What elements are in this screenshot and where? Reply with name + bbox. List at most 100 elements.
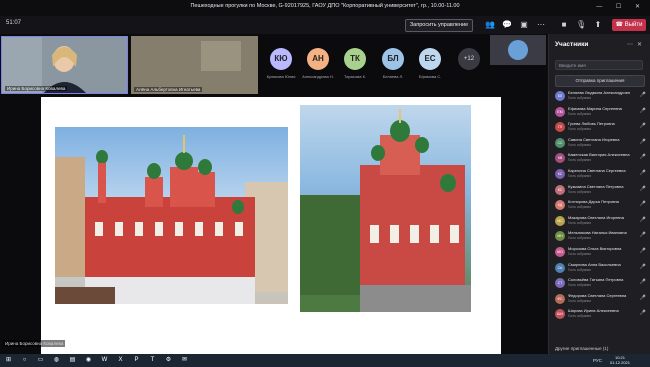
leave-button[interactable]: ☎ Выйти: [612, 19, 646, 31]
participant-row[interactable]: ШИ Шарова Ирина Алексеевна Гость собрания 🎤: [549, 306, 650, 322]
mic-off-icon: 🎤: [639, 232, 646, 239]
participant-avatar-name: Александрова Н.: [302, 74, 334, 79]
other-invited-toggle[interactable]: Другие приглашенные (1): [555, 346, 608, 351]
participant-row[interactable]: ФС Федорова Светлана Сергеевна Гость собра…: [549, 291, 650, 307]
camera-icon[interactable]: ■: [559, 20, 569, 30]
participant-name: Ефимова Марина Сергеевна: [568, 105, 622, 111]
send-invite-button[interactable]: Отправка приглашения: [555, 75, 645, 87]
participant-role: Гость собрания: [568, 158, 591, 163]
participant-avatar: КС: [555, 184, 565, 195]
more-participants-button[interactable]: +12: [458, 48, 480, 70]
participant-row[interactable]: КД Котлярова Дарья Петровна Гость собрания…: [549, 197, 650, 213]
mic-off-icon: 🎤: [639, 107, 646, 114]
microphone-icon[interactable]: 🎙: [576, 20, 586, 30]
tile-caption: Ирина Борисовна Ковалева: [5, 86, 68, 91]
window-controls[interactable]: — ☐ ✕: [596, 3, 646, 10]
participant-avatar[interactable]: КЮ: [270, 48, 292, 70]
mic-off-icon: 🎤: [639, 263, 646, 270]
taskbar-clock[interactable]: 10:21 01.12.2021: [610, 355, 630, 365]
close-icon[interactable]: ✕: [637, 42, 646, 48]
participant-row[interactable]: ЕМ Ефимова Марина Сергеевна Гость собрания…: [549, 104, 650, 120]
participant-role: Гость собрания: [568, 189, 591, 194]
participant-avatar-name: Куликова Юлия: [266, 74, 296, 79]
share-screen-icon[interactable]: ⬆: [593, 20, 603, 30]
participant-avatar: БЛ: [555, 91, 565, 101]
participant-search-input[interactable]: Введите имя: [555, 60, 643, 70]
participant-row[interactable]: КВ Каменская Виктория Алексеевна Гость соб…: [549, 150, 650, 166]
window-title: Пешеходные прогулки по Москве, G-9201792…: [190, 3, 460, 9]
file-explorer-icon[interactable]: ▤: [68, 356, 77, 365]
mic-off-icon: 🎤: [639, 123, 646, 130]
participant-role: Гость собрания: [568, 111, 591, 116]
participant-row[interactable]: СА Смирнова Анна Васильевна Гость собрания…: [549, 260, 650, 276]
participant-name: Котлярова Дарья Петровна: [568, 199, 619, 205]
powerpoint-icon[interactable]: P: [132, 356, 141, 365]
teams-icon[interactable]: T: [148, 356, 157, 365]
church-illustration-left: [55, 135, 288, 304]
panel-title: Участники: [555, 41, 589, 48]
mic-off-icon: 🎤: [639, 92, 646, 98]
video-tile-participant[interactable]: Алёна Альбертовна Игнатьева: [131, 36, 258, 94]
participant-avatar[interactable]: БЛ: [382, 48, 404, 70]
participant-role: Гость собрания: [568, 298, 591, 303]
settings-icon[interactable]: ⚙: [164, 356, 173, 365]
excel-icon[interactable]: X: [116, 356, 125, 365]
participant-avatar: МС: [555, 215, 565, 226]
participant-role: Гость собрания: [568, 267, 591, 272]
mail-icon[interactable]: ✉: [180, 356, 189, 365]
participant-avatar: СС: [555, 137, 565, 148]
participant-row[interactable]: ГЛ Гусева Любовь Петровна Гость собрания 🎤: [549, 119, 650, 135]
search-icon[interactable]: ○: [20, 356, 29, 365]
participant-avatar: МО: [555, 246, 565, 257]
participant-row[interactable]: СС Савина Светлана Игоревна Гость собрания…: [549, 135, 650, 151]
participant-avatar[interactable]: ТК: [344, 48, 366, 70]
phone-icon: ☎: [615, 22, 625, 28]
participant-row[interactable]: СТ Соловьёва Татьяна Петровна Гость собран…: [549, 275, 650, 291]
edge-icon[interactable]: ◍: [52, 356, 61, 365]
participant-row[interactable]: БЛ Беляева Людмила Александровна Гость соб…: [549, 88, 650, 104]
more-actions-icon[interactable]: ⋯: [536, 20, 546, 30]
participant-name: Соловьёва Татьяна Петровна: [568, 277, 624, 283]
church-photo-left: [55, 127, 288, 304]
request-control-button[interactable]: Запросить управление: [405, 19, 473, 32]
participant-name: Карелина Светлана Сергеевна: [568, 167, 626, 173]
participant-avatar[interactable]: ЕС: [419, 48, 441, 70]
participant-avatar: СА: [555, 262, 565, 273]
self-view-tile[interactable]: [490, 35, 546, 65]
meeting-toolbar: 51:07 Запросить управление 👥 💬 ▣ ⋯ ■ 🎙 ⬆…: [0, 16, 650, 34]
leave-label: Выйти: [624, 22, 643, 28]
participant-avatar[interactable]: АН: [307, 48, 329, 70]
chrome-icon[interactable]: ◉: [84, 356, 93, 365]
participant-name: Савина Светлана Игоревна: [568, 136, 620, 142]
participant-row[interactable]: МО Морозова Ольга Викторовна Гость собрани…: [549, 244, 650, 260]
windows-start-icon[interactable]: ⊞: [4, 356, 13, 365]
word-icon[interactable]: W: [100, 356, 109, 365]
participant-avatar: ШИ: [555, 309, 565, 320]
mic-off-icon: 🎤: [639, 185, 646, 192]
clock-date: 01.12.2021: [609, 360, 630, 365]
participant-name: Кузьмина Светлана Петровна: [568, 183, 624, 189]
participant-avatar: ЕМ: [555, 106, 565, 117]
participants-icon[interactable]: 👥: [485, 20, 495, 30]
pop-out-icon[interactable]: ⋯: [627, 42, 637, 48]
chat-icon[interactable]: 💬: [502, 20, 512, 30]
participant-avatar-name: Ефимова С.: [418, 74, 442, 79]
language-indicator[interactable]: РУС: [593, 358, 602, 363]
rooms-icon[interactable]: ▣: [519, 20, 529, 30]
meeting-timer: 51:07: [6, 20, 22, 26]
participant-row[interactable]: МН Мельникова Наталья Ивановна Гость собра…: [549, 228, 650, 244]
panel-header-controls[interactable]: ⋯✕: [627, 41, 646, 48]
participant-role: Гость собрания: [568, 173, 591, 178]
participant-role: Гость собрания: [568, 205, 591, 210]
participant-role: Гость собрания: [568, 283, 591, 288]
participant-row[interactable]: КС Кузьмина Светлана Петровна Гость собран…: [549, 182, 650, 198]
video-tile-presenter[interactable]: Ирина Борисовна Ковалева: [1, 36, 128, 94]
participant-role: Гость собрания: [568, 220, 591, 225]
shared-content-stage: [0, 96, 548, 354]
participant-row[interactable]: МС Макарова Светлана Игоревна Гость собран…: [549, 213, 650, 229]
participant-avatar-name: Тарасова К.: [343, 74, 367, 79]
participant-name: Макарова Светлана Игоревна: [568, 214, 624, 220]
participant-row[interactable]: КС Карелина Светлана Сергеевна Гость собра…: [549, 166, 650, 182]
participant-name: Мельникова Наталья Ивановна: [568, 230, 627, 236]
task-view-icon[interactable]: ▭: [36, 356, 45, 365]
